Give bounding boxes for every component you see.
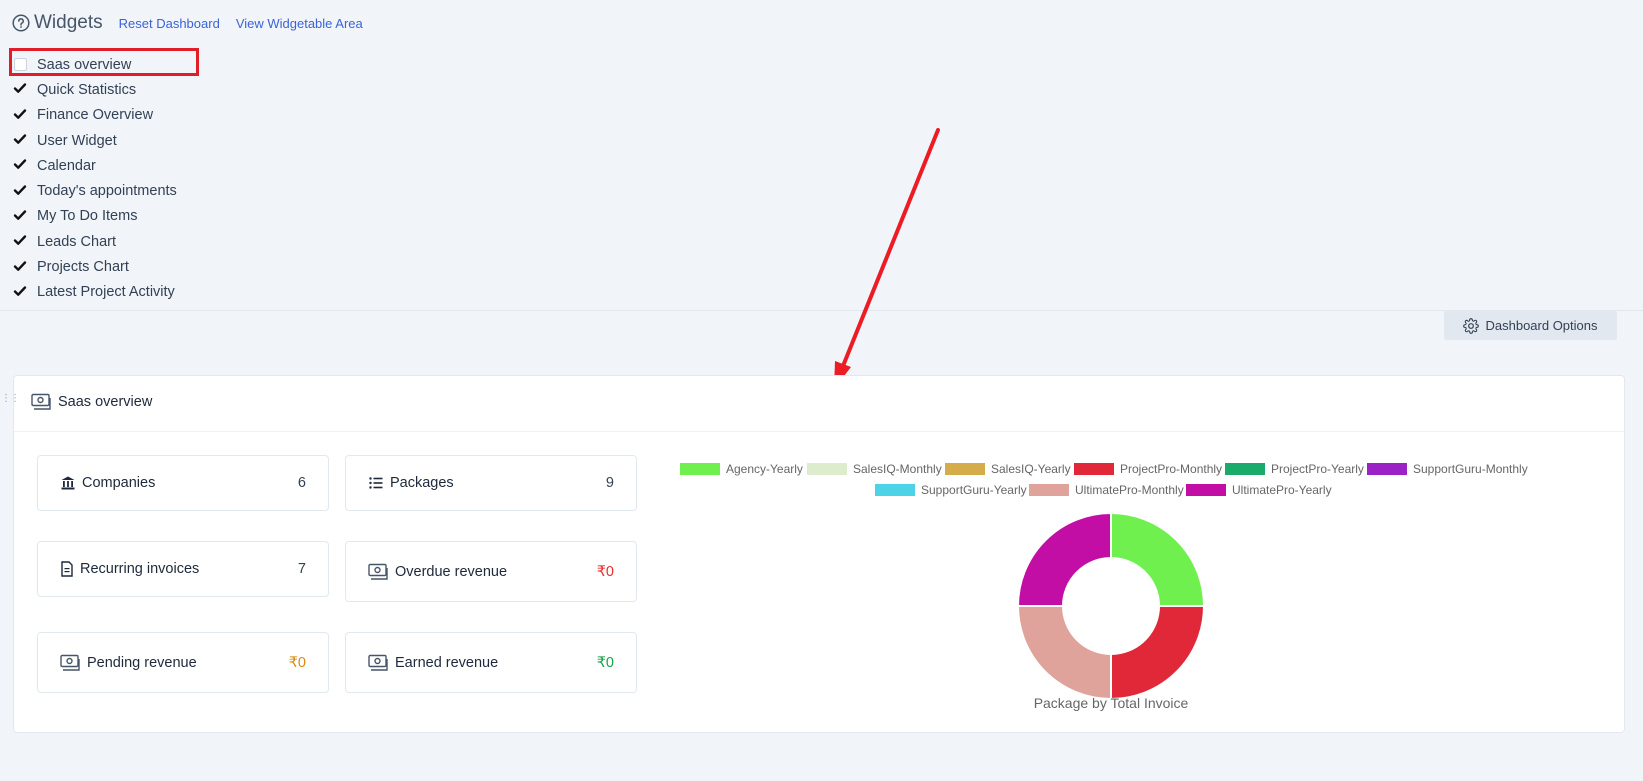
widget-list: Saas overview Quick Statistics Finance Ove… [13,52,177,305]
check-icon [13,134,27,144]
donut-chart [1016,511,1206,701]
widget-item[interactable]: My To Do Items [13,204,177,229]
legend-item[interactable]: ProjectPro-Yearly [1225,462,1364,476]
widget-label: Calendar [37,157,96,174]
widget-item[interactable]: Latest Project Activity [13,280,177,305]
check-icon [13,260,27,271]
chart-area: Agency-Yearly SalesIQ-Monthly SalesIQ-Year… [14,376,1626,732]
gear-icon [1463,317,1480,334]
legend-item[interactable]: SupportGuru-Monthly [1367,462,1528,476]
widget-item[interactable]: Today's appointments [13,178,177,203]
check-icon [13,109,27,119]
checkbox-checked[interactable] [13,235,27,248]
widget-label: Quick Statistics [37,81,137,98]
widget-item[interactable]: Leads Chart [13,229,177,254]
widget-label: Latest Project Activity [37,284,175,301]
page-title: Widgets [34,12,103,33]
legend-swatch [1186,484,1226,496]
check-icon [13,184,27,195]
widget-label: Finance Overview [37,107,154,124]
legend-item[interactable]: SalesIQ-Yearly [945,462,1071,476]
widget-label: Today's appointments [37,183,177,200]
checkbox-checked[interactable] [13,286,27,299]
widget-label: Leads Chart [37,233,116,250]
checkbox-checked[interactable] [13,109,27,122]
donut-slice[interactable] [1110,511,1206,607]
legend-swatch [1225,463,1265,475]
legend-swatch [680,463,720,475]
checkbox-checked[interactable] [13,210,27,223]
check-icon [13,210,27,220]
legend-swatch [1029,484,1069,496]
legend-swatch [807,463,847,475]
widget-item[interactable]: Quick Statistics [13,77,177,102]
legend-item[interactable]: Agency-Yearly [680,462,803,476]
legend-swatch [875,484,915,496]
legend-label: ProjectPro-Yearly [1271,462,1364,476]
legend-swatch [945,463,985,475]
dashboard-options-label: Dashboard Options [1485,318,1598,333]
view-widgetable-area-link[interactable]: View Widgetable Area [236,16,363,31]
legend-item[interactable]: SupportGuru-Yearly [875,483,1027,497]
widget-item[interactable]: Projects Chart [13,254,177,279]
legend-item[interactable]: SalesIQ-Monthly [807,462,942,476]
saas-overview-panel: ⋮⋮ Saas overview Companies 6 Packages 9 Recu… [1,375,1626,733]
widgets-header: Widgets Reset Dashboard View Widgetable … [12,11,363,35]
highlight-box [9,48,199,76]
reset-dashboard-link[interactable]: Reset Dashboard [119,16,220,31]
dashboard-options-button[interactable]: Dashboard Options [1444,311,1617,340]
widget-item[interactable]: Calendar [13,153,177,178]
donut-slice[interactable] [1016,605,1112,701]
legend-item[interactable]: UltimatePro-Monthly [1029,483,1184,497]
widget-item[interactable]: User Widget [13,128,177,153]
checkbox-checked[interactable] [13,134,27,147]
check-icon [13,83,27,94]
donut-slice[interactable] [1016,511,1112,607]
donut-slice[interactable] [1110,605,1206,701]
widget-label: My To Do Items [37,208,138,225]
legend-item[interactable]: ProjectPro-Monthly [1074,462,1222,476]
widget-label: User Widget [37,132,117,149]
help-icon[interactable] [12,14,30,32]
legend-swatch [1074,463,1114,475]
chart-title: Package by Total Invoice [1033,695,1189,711]
legend-label: ProjectPro-Monthly [1120,462,1223,476]
legend-label: Agency-Yearly [726,462,803,476]
legend-item[interactable]: UltimatePro-Yearly [1186,483,1332,497]
widget-item[interactable]: Finance Overview [13,103,177,128]
check-icon [13,286,27,296]
legend-label: UltimatePro-Yearly [1232,483,1332,497]
legend-label: UltimatePro-Monthly [1075,483,1184,497]
checkbox-checked[interactable] [13,184,27,198]
check-icon [13,235,27,246]
legend-label: SupportGuru-Monthly [1413,462,1528,476]
legend-label: SalesIQ-Monthly [853,462,942,476]
checkbox-checked[interactable] [13,83,27,96]
legend-swatch [1367,463,1407,475]
legend-label: SalesIQ-Yearly [991,462,1071,476]
legend-label: SupportGuru-Yearly [921,483,1027,497]
checkbox-checked[interactable] [13,159,27,172]
checkbox-checked[interactable] [13,260,27,274]
check-icon [13,159,27,170]
widget-label: Projects Chart [37,259,129,276]
divider [0,310,1643,311]
